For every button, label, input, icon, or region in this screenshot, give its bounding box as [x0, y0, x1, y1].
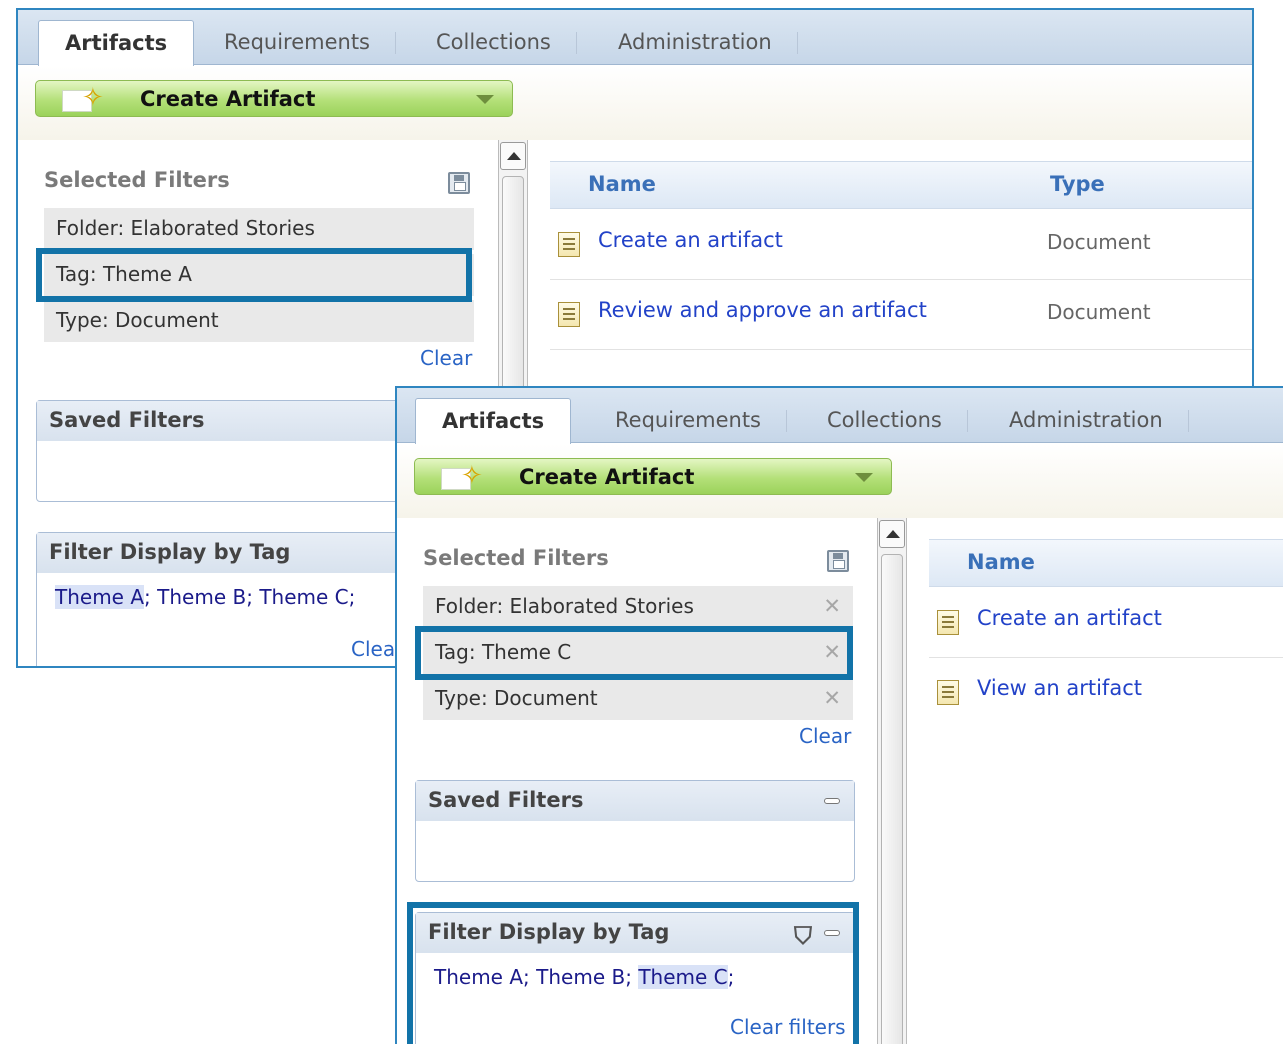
tag-add-icon[interactable]: ⛉	[794, 917, 812, 955]
save-icon[interactable]	[827, 550, 849, 572]
filter-type: Type: Document ✕	[423, 678, 853, 720]
filter-folder: Folder: Elaborated Stories ✕	[423, 586, 853, 628]
toolbar: ✧ Create Artifact	[397, 444, 1283, 518]
tag-list: Theme A; Theme B; Theme C;	[55, 585, 356, 609]
tab-requirements[interactable]: Requirements	[198, 20, 396, 66]
tab-separator	[796, 32, 798, 54]
minimize-icon[interactable]	[824, 798, 840, 804]
filter-type: Type: Document	[44, 300, 474, 342]
tab-collections[interactable]: Collections	[410, 20, 577, 66]
clear-filters-link[interactable]: Clear	[420, 346, 472, 370]
table-row[interactable]: Create an artifact	[929, 588, 1283, 658]
tag-theme-c[interactable]: Theme C	[259, 585, 348, 609]
save-icon[interactable]	[448, 172, 470, 194]
sidebar-scrollbar[interactable]	[877, 518, 907, 1044]
tab-administration[interactable]: Administration	[592, 20, 798, 66]
scroll-up-icon[interactable]	[879, 520, 905, 548]
filter-by-tag-header: Filter Display by Tag ⛉	[416, 913, 854, 953]
document-icon	[937, 610, 959, 635]
table-row[interactable]: Create an artifact Document	[550, 210, 1252, 280]
tag-list: Theme A; Theme B; Theme C;	[434, 965, 735, 989]
grid-header: Name	[929, 539, 1283, 587]
table-row[interactable]: Review and approve an artifact Document	[550, 280, 1252, 350]
scroll-thumb[interactable]	[881, 554, 903, 1044]
favorite-star-icon: ✧	[461, 461, 483, 491]
favorite-star-icon: ✧	[82, 83, 104, 113]
remove-filter-icon[interactable]: ✕	[823, 586, 841, 626]
dropdown-caret-icon[interactable]	[855, 473, 873, 482]
clear-tag-filters-link[interactable]: Clear filters	[730, 1015, 846, 1039]
tag-theme-b[interactable]: Theme B	[157, 585, 246, 609]
toolbar: ✧ Create Artifact	[18, 66, 1252, 140]
tag-theme-c[interactable]: Theme C	[638, 965, 728, 989]
tab-separator	[575, 32, 577, 54]
tab-bar: Artifacts Requirements Collections Admin…	[397, 388, 1283, 444]
document-icon	[558, 302, 580, 327]
grid-header: Name Type	[550, 161, 1252, 209]
tag-theme-a[interactable]: Theme A	[55, 585, 145, 609]
remove-filter-icon[interactable]: ✕	[823, 678, 841, 718]
create-artifact-button[interactable]: ✧ Create Artifact	[35, 80, 513, 117]
artifact-type: Document	[1047, 230, 1151, 254]
tab-bar: Artifacts Requirements Collections Admin…	[18, 10, 1252, 66]
create-artifact-button[interactable]: ✧ Create Artifact	[414, 458, 892, 495]
tab-separator	[966, 410, 968, 432]
column-type[interactable]: Type	[1050, 172, 1105, 196]
selected-filters-title: Selected Filters	[44, 168, 230, 192]
clear-filters-link[interactable]: Clear	[799, 724, 851, 748]
tag-theme-b[interactable]: Theme B	[536, 965, 625, 989]
tag-theme-a[interactable]: Theme A	[434, 965, 523, 989]
artifact-type: Document	[1047, 300, 1151, 324]
remove-filter-icon[interactable]: ✕	[823, 632, 841, 672]
tab-collections[interactable]: Collections	[801, 398, 968, 444]
tab-administration[interactable]: Administration	[983, 398, 1189, 444]
tab-separator	[1187, 410, 1189, 432]
tab-separator	[786, 410, 787, 432]
tab-separator	[395, 32, 396, 54]
tab-artifacts[interactable]: Artifacts	[415, 398, 572, 444]
document-icon	[558, 232, 580, 257]
artifact-link[interactable]: Create an artifact	[598, 228, 783, 252]
filter-by-tag-panel: Filter Display by Tag ⛉ Theme A; Theme B;…	[415, 912, 855, 1044]
column-name[interactable]: Name	[967, 550, 1035, 574]
table-row[interactable]: View an artifact	[929, 658, 1283, 728]
scroll-up-icon[interactable]	[500, 142, 526, 170]
minimize-icon[interactable]	[824, 930, 840, 936]
filter-folder: Folder: Elaborated Stories	[44, 208, 474, 250]
filter-tag: Tag: Theme C ✕	[423, 632, 853, 674]
saved-filters-header: Saved Filters	[416, 781, 854, 821]
filter-tag: Tag: Theme A	[44, 254, 474, 296]
selected-filters-title: Selected Filters	[423, 546, 609, 570]
artifact-link[interactable]: Review and approve an artifact	[598, 298, 927, 322]
column-name[interactable]: Name	[588, 172, 656, 196]
tab-requirements[interactable]: Requirements	[589, 398, 787, 444]
artifact-link[interactable]: View an artifact	[977, 676, 1142, 700]
artifact-link[interactable]: Create an artifact	[977, 606, 1162, 630]
dropdown-caret-icon[interactable]	[476, 95, 494, 104]
saved-filters-panel: Saved Filters	[415, 780, 855, 882]
document-icon	[937, 680, 959, 705]
window-bottom: Artifacts Requirements Collections Admin…	[395, 386, 1283, 1044]
tab-artifacts[interactable]: Artifacts	[38, 20, 195, 66]
filter-sidebar: Selected Filters Folder: Elaborated Stor…	[397, 518, 875, 1044]
